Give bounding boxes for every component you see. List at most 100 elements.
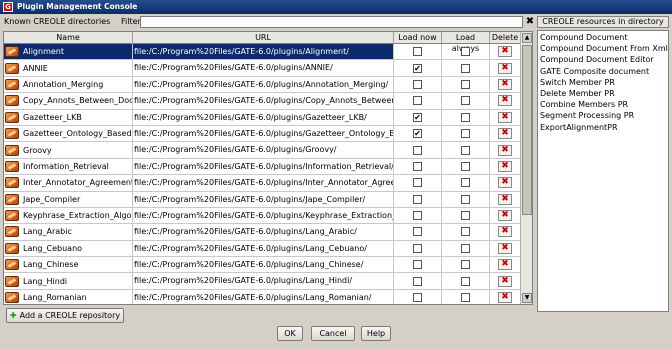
plugin-name-cell[interactable]: Annotation_Merging: [4, 76, 133, 93]
scroll-thumb[interactable]: [522, 45, 532, 215]
load-always-checkbox[interactable]: [461, 63, 470, 73]
table-row[interactable]: Information_Retrieval file:/C:/Program%20…: [4, 158, 520, 176]
load-always-checkbox[interactable]: [461, 211, 470, 221]
load-always-checkbox[interactable]: [461, 112, 470, 122]
table-row[interactable]: Keyphrase_Extraction_Algorithmfile:/C:/P…: [4, 207, 520, 225]
load-always-checkbox[interactable]: [461, 260, 470, 270]
resource-item[interactable]: GATE Composite document: [540, 66, 666, 77]
scroll-down-icon[interactable]: ▼: [522, 293, 532, 303]
table-row[interactable]: Lang_Cebuano file:/C:/Program%20Files/GAT…: [4, 240, 520, 258]
plugin-name-cell[interactable]: Information_Retrieval: [4, 158, 133, 175]
cancel-button[interactable]: Cancel: [311, 326, 355, 341]
add-creole-repository-button[interactable]: ✚ Add a CREOLE repository: [6, 308, 124, 323]
plugin-name-cell[interactable]: Jape_Compiler: [4, 191, 133, 207]
plugin-name-cell[interactable]: Lang_Chinese: [4, 257, 133, 273]
plugin-url-cell[interactable]: file:/C:/Program%20Files/GATE-6.0/plugin…: [133, 60, 394, 76]
help-button[interactable]: Help: [361, 326, 391, 341]
load-now-checkbox[interactable]: [413, 178, 422, 188]
delete-icon[interactable]: ✖: [498, 128, 512, 140]
table-row[interactable]: Alignment file:/C:/Program%20Files/GATE-6…: [4, 44, 520, 61]
table-row[interactable]: Annotation_Merging file:/C:/Program%20Fil…: [4, 76, 520, 94]
resource-item[interactable]: ExportAlignmentPR: [540, 122, 666, 133]
filter-input[interactable]: [140, 16, 523, 28]
plugin-name-cell[interactable]: Inter_Annotator_Agreement: [4, 175, 133, 191]
delete-icon[interactable]: ✖: [498, 226, 512, 238]
plugin-url-cell[interactable]: file:/C:/Program%20Files/GATE-6.0/plugin…: [133, 191, 394, 207]
load-always-checkbox[interactable]: [461, 129, 470, 139]
table-row[interactable]: ANNIE file:/C:/Program%20Files/GATE-6.0/p…: [4, 60, 520, 77]
load-now-checkbox[interactable]: [413, 243, 422, 253]
ok-button[interactable]: OK: [277, 326, 303, 341]
load-now-checkbox[interactable]: [413, 145, 422, 155]
load-now-checkbox[interactable]: [413, 194, 422, 204]
plugin-url-cell[interactable]: file:/C:/Program%20Files/GATE-6.0/plugin…: [133, 207, 394, 224]
table-row[interactable]: Groovy file:/C:/Program%20Files/GATE-6.0/…: [4, 142, 520, 159]
plugin-url-cell[interactable]: file:/C:/Program%20Files/GATE-6.0/plugin…: [133, 142, 394, 158]
delete-icon[interactable]: ✖: [498, 95, 512, 107]
column-header-delete[interactable]: Delete: [490, 32, 520, 44]
load-always-checkbox[interactable]: [461, 178, 470, 188]
plugin-url-cell[interactable]: file:/C:/Program%20Files/GATE-6.0/plugin…: [133, 257, 394, 273]
plugin-url-cell[interactable]: file:/C:/Program%20Files/GATE-6.0/plugin…: [133, 125, 394, 142]
plugin-url-cell[interactable]: file:/C:/Program%20Files/GATE-6.0/plugin…: [133, 224, 394, 240]
resource-item[interactable]: Compound Document Editor: [540, 54, 666, 65]
delete-icon[interactable]: ✖: [498, 275, 512, 287]
load-now-checkbox[interactable]: [413, 227, 422, 237]
resource-item[interactable]: Compound Document: [540, 32, 666, 43]
plugin-url-cell[interactable]: file:/C:/Program%20Files/GATE-6.0/plugin…: [133, 289, 394, 304]
plugin-name-cell[interactable]: Gazetteer_LKB: [4, 109, 133, 125]
delete-icon[interactable]: ✖: [498, 46, 512, 58]
load-always-checkbox[interactable]: [461, 227, 470, 237]
load-now-checkbox[interactable]: ✔: [413, 129, 422, 139]
table-row[interactable]: Inter_Annotator_Agreement file:/C:/Progra…: [4, 175, 520, 192]
table-row[interactable]: Lang_Arabic file:/C:/Program%20Files/GATE…: [4, 224, 520, 241]
plugin-name-cell[interactable]: Lang_Hindi: [4, 273, 133, 289]
plugin-url-cell[interactable]: file:/C:/Program%20Files/GATE-6.0/plugin…: [133, 109, 394, 125]
plugin-url-cell[interactable]: file:/C:/Program%20Files/GATE-6.0/plugin…: [133, 273, 394, 289]
scroll-up-icon[interactable]: ▲: [522, 33, 532, 43]
resource-item[interactable]: Delete Member PR: [540, 88, 666, 99]
load-always-checkbox[interactable]: [461, 47, 470, 57]
load-always-checkbox[interactable]: [461, 79, 470, 89]
table-row[interactable]: Gazetteer_Ontology_Based file:/C:/Program…: [4, 125, 520, 143]
plugin-name-cell[interactable]: Alignment: [4, 44, 133, 60]
table-scrollbar[interactable]: ▲ ▼: [520, 32, 532, 304]
load-now-checkbox[interactable]: ✔: [413, 112, 422, 122]
load-always-checkbox[interactable]: [461, 276, 470, 286]
plugin-name-cell[interactable]: ANNIE: [4, 60, 133, 76]
plugin-name-cell[interactable]: Gazetteer_Ontology_Based: [4, 125, 133, 142]
plugin-url-cell[interactable]: file:/C:/Program%20Files/GATE-6.0/plugin…: [133, 158, 394, 175]
load-now-checkbox[interactable]: [413, 96, 422, 106]
resource-item[interactable]: Combine Members PR: [540, 99, 666, 110]
delete-icon[interactable]: ✖: [498, 292, 512, 304]
delete-icon[interactable]: ✖: [498, 242, 512, 254]
column-header-name[interactable]: Name: [4, 32, 133, 44]
resource-item[interactable]: Segment Processing PR: [540, 110, 666, 121]
plugin-url-cell[interactable]: file:/C:/Program%20Files/GATE-6.0/plugin…: [133, 76, 394, 93]
column-header-load-now[interactable]: Load now: [394, 32, 442, 44]
plugin-name-cell[interactable]: Lang_Romanian: [4, 289, 133, 304]
plugin-name-cell[interactable]: Lang_Cebuano: [4, 240, 133, 257]
table-row[interactable]: Lang_Romanian file:/C:/Program%20Files/GA…: [4, 289, 520, 304]
load-always-checkbox[interactable]: [461, 96, 470, 106]
load-now-checkbox[interactable]: [413, 79, 422, 89]
delete-icon[interactable]: ✖: [498, 193, 512, 205]
plugin-name-cell[interactable]: Lang_Arabic: [4, 224, 133, 240]
column-header-url[interactable]: URL: [133, 32, 394, 44]
table-row[interactable]: Lang_Hindi file:/C:/Program%20Files/GATE-…: [4, 273, 520, 290]
delete-icon[interactable]: ✖: [498, 62, 512, 74]
resource-item[interactable]: Switch Member PR: [540, 77, 666, 88]
delete-icon[interactable]: ✖: [498, 259, 512, 271]
plugin-name-cell[interactable]: Keyphrase_Extraction_Algorithm: [4, 207, 133, 224]
load-always-checkbox[interactable]: [461, 293, 470, 303]
delete-icon[interactable]: ✖: [498, 144, 512, 156]
delete-icon[interactable]: ✖: [498, 177, 512, 189]
load-now-checkbox[interactable]: [413, 211, 422, 221]
delete-icon[interactable]: ✖: [498, 160, 512, 172]
load-now-checkbox[interactable]: ✔: [413, 63, 422, 73]
load-now-checkbox[interactable]: [413, 260, 422, 270]
load-now-checkbox[interactable]: [413, 161, 422, 171]
plugin-url-cell[interactable]: file:/C:/Program%20Files/GATE-6.0/plugin…: [133, 240, 394, 257]
table-row[interactable]: Gazetteer_LKB file:/C:/Program%20Files/GA…: [4, 109, 520, 126]
plugin-url-cell[interactable]: file:/C:/Program%20Files/GATE-6.0/plugin…: [133, 175, 394, 191]
